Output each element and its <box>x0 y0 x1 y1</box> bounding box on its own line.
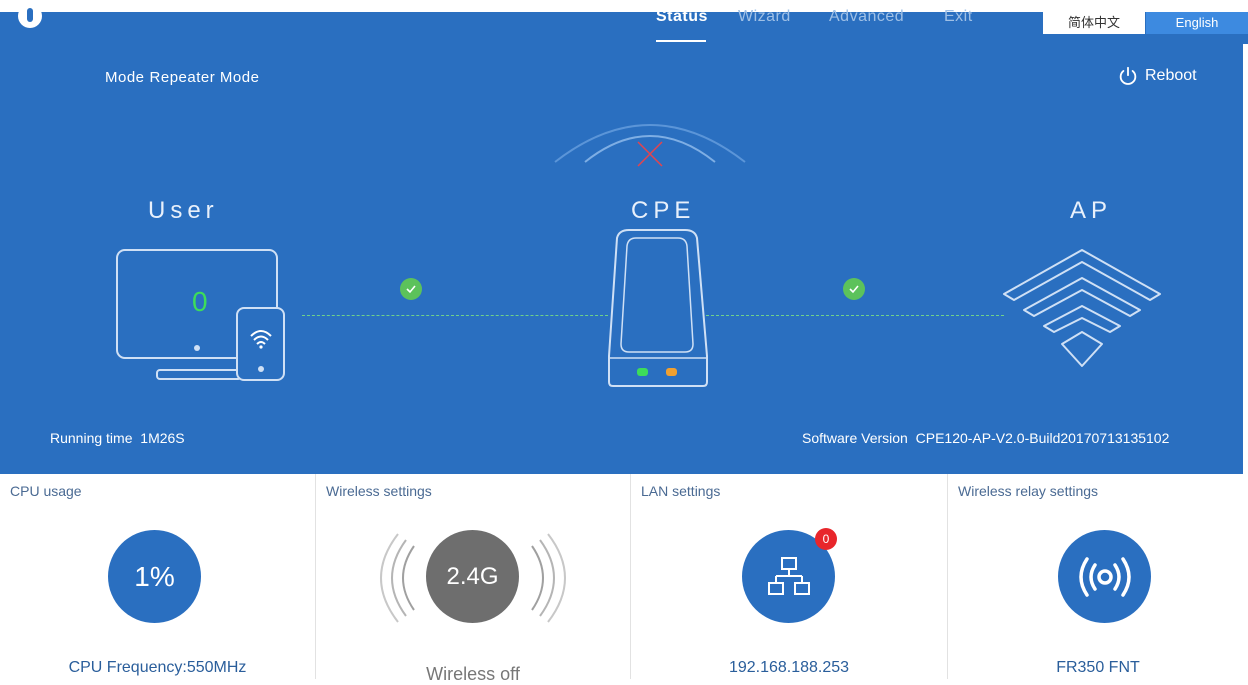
lang-english-button[interactable]: English <box>1146 12 1248 34</box>
lan-count-badge: 0 <box>815 528 837 550</box>
cpe-node-label: CPE <box>631 197 696 224</box>
nav-exit[interactable]: Exit <box>944 8 973 26</box>
mode-indicator: Mode Repeater Mode <box>105 69 259 86</box>
network-topology-icon <box>767 556 810 595</box>
running-time-label: Running time <box>50 430 133 446</box>
software-version-value: CPE120-AP-V2.0-Build20170713135102 <box>915 430 1170 446</box>
software-version-label: Software Version <box>802 430 908 446</box>
running-time-value: 1M26S <box>140 430 185 446</box>
nav-wizard[interactable]: Wizard <box>738 8 791 26</box>
lan-ip-address: 192.168.188.253 <box>728 659 850 676</box>
running-time: Running time 1M26S <box>50 430 185 446</box>
ap-wifi-icon <box>1003 249 1161 367</box>
broadcast-icon <box>1078 556 1131 597</box>
lan-badge-value: 0 <box>822 532 830 546</box>
top-navigation-bar: Status Wizard Advanced Exit 简体中文 English <box>0 0 1248 44</box>
wireless-band-value: 2.4G <box>446 562 499 590</box>
wireless-band-circle: 2.4G <box>426 530 519 623</box>
wireless-card-title: Wireless settings <box>326 483 432 499</box>
relay-circle <box>1058 530 1151 623</box>
nav-advanced[interactable]: Advanced <box>829 8 904 26</box>
cpe-ap-link-line <box>706 315 1004 316</box>
cpu-usage-card[interactable]: CPU usage 1% CPU Frequency:550MHz <box>0 474 316 679</box>
top-strip <box>0 0 1248 12</box>
ap-link-check-icon <box>843 278 865 300</box>
nav-active-indicator <box>656 40 706 42</box>
wireless-settings-card[interactable]: Wireless settings 2.4G Wireless off <box>316 474 631 684</box>
reboot-button[interactable]: Reboot <box>1117 65 1197 87</box>
wireless-status: Wireless off <box>426 664 520 684</box>
software-version: Software Version CPE120-AP-V2.0-Build201… <box>802 430 1169 446</box>
lang-chinese-button[interactable]: 简体中文 <box>1043 12 1145 34</box>
status-cards: CPU usage 1% CPU Frequency:550MHz Wirele… <box>0 474 1248 684</box>
user-link-check-icon <box>400 278 422 300</box>
relay-card-title: Wireless relay settings <box>958 483 1099 499</box>
user-count: 0 <box>192 286 208 317</box>
mode-value: Repeater Mode <box>149 69 260 86</box>
user-cpe-link-line <box>302 315 608 316</box>
user-node-label: User <box>148 197 219 224</box>
nav-status[interactable]: Status <box>656 8 708 26</box>
cpu-card-title: CPU usage <box>10 483 82 499</box>
brand-logo-icon[interactable] <box>18 4 42 28</box>
ap-node-label: AP <box>1070 197 1113 224</box>
reboot-label: Reboot <box>1145 67 1197 84</box>
cpu-frequency: CPU Frequency:550MHz <box>68 659 247 676</box>
signal-disconnected-icon <box>554 124 746 167</box>
cpe-device-icon <box>608 229 708 387</box>
relay-ssid: FR350 FNT <box>1056 659 1140 676</box>
power-icon <box>1119 66 1137 85</box>
mode-label: Mode <box>105 69 145 86</box>
lan-settings-card[interactable]: LAN settings 0 192.168.188.253 <box>631 474 948 679</box>
cpu-usage-value: 1% <box>134 560 175 592</box>
cpu-usage-circle: 1% <box>108 530 201 623</box>
wireless-relay-card[interactable]: Wireless relay settings FR350 FNT <box>948 474 1248 679</box>
lan-card-title: LAN settings <box>641 483 721 499</box>
